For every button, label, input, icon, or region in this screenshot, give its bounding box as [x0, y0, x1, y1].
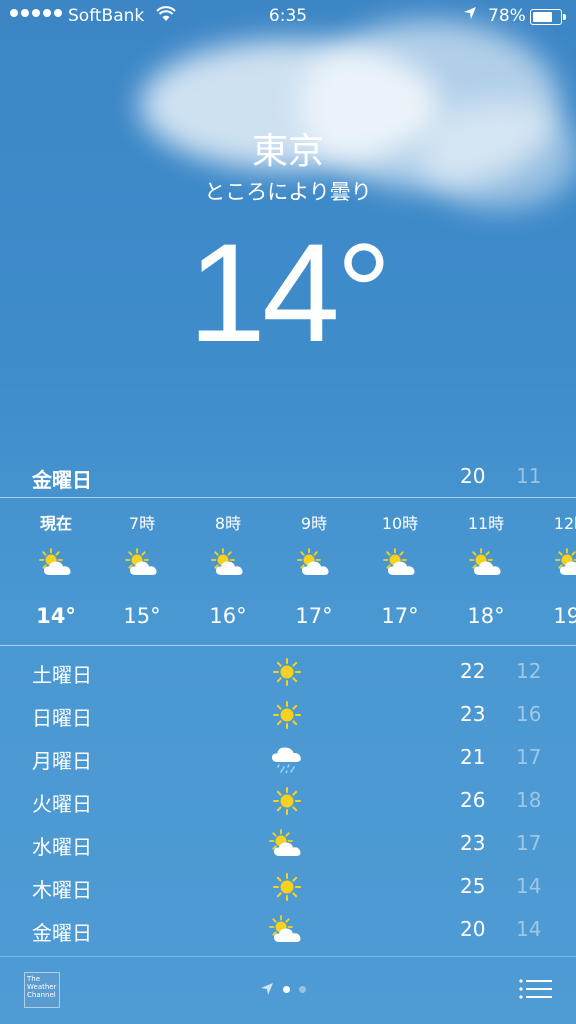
rain-cloud-icon — [268, 743, 306, 774]
daily-row: 土曜日 22 12 — [0, 650, 576, 693]
hourly-time: 10時 — [381, 514, 419, 533]
daily-day: 火曜日 — [32, 792, 92, 816]
daily-day: 月曜日 — [32, 749, 92, 773]
daily-row: 金曜日 20 14 — [0, 908, 576, 951]
today-day: 金曜日 — [32, 468, 92, 492]
daily-day: 水曜日 — [32, 835, 92, 859]
partly-sunny-icon — [382, 548, 420, 578]
partly-sunny-icon — [468, 548, 506, 578]
daily-high: 23 — [460, 702, 486, 726]
status-bar: SoftBank 6:35 78% — [0, 0, 576, 34]
hourly-temp: 14° — [36, 604, 76, 628]
hourly-temp: 19° — [553, 604, 576, 628]
daily-high: 23 — [460, 831, 486, 855]
daily-low: 14 — [516, 917, 542, 941]
partly-sunny-icon — [554, 548, 576, 578]
daily-row: 日曜日 23 16 — [0, 693, 576, 736]
hourly-time: 8時 — [214, 514, 242, 533]
city-name: 東京 — [251, 131, 324, 172]
daily-day: 土曜日 — [32, 663, 92, 687]
daily-high: 26 — [460, 788, 486, 812]
today-low: 11 — [516, 464, 542, 488]
divider — [0, 645, 576, 646]
partly-sunny-icon — [268, 915, 306, 945]
daily-high: 20 — [460, 917, 486, 941]
daily-low: 16 — [516, 702, 542, 726]
sun-icon — [268, 657, 306, 687]
today-high: 20 — [460, 464, 486, 488]
hourly-temp: 17° — [295, 604, 333, 628]
logo-text-line: The — [27, 975, 41, 983]
daily-high: 21 — [460, 745, 486, 769]
daily-low: 12 — [516, 659, 542, 683]
page-indicator[interactable] — [260, 982, 306, 996]
partly-sunny-icon — [210, 548, 248, 578]
divider — [0, 956, 576, 957]
today-summary-row: 金曜日 20 11 — [32, 460, 544, 494]
daily-row: 火曜日 26 18 — [0, 779, 576, 822]
hourly-temp: 17° — [381, 604, 419, 628]
daily-day: 木曜日 — [32, 878, 92, 902]
battery-icon — [530, 9, 566, 25]
bottom-toolbar: The Weather Channel — [0, 958, 576, 1024]
daily-day: 日曜日 — [32, 706, 92, 730]
location-arrow-icon — [261, 983, 273, 995]
partly-sunny-icon — [38, 548, 76, 578]
daily-high: 22 — [460, 659, 486, 683]
city-list-icon[interactable] — [518, 978, 552, 1000]
hourly-temp: 16° — [209, 604, 247, 628]
current-condition: ところにより曇り — [204, 180, 372, 204]
hourly-temp: 18° — [467, 604, 505, 628]
current-temperature: 14° — [188, 214, 392, 371]
hourly-time: 7時 — [128, 514, 156, 533]
daily-high: 25 — [460, 874, 486, 898]
hourly-time: 現在 — [39, 514, 72, 533]
sun-icon — [268, 700, 306, 730]
page-dot[interactable] — [283, 985, 290, 993]
logo-text-line: Channel — [27, 991, 56, 999]
battery-percentage: 78% — [488, 6, 526, 26]
hourly-time: 12時 — [553, 514, 576, 533]
sun-icon — [268, 786, 306, 816]
partly-sunny-icon — [296, 548, 334, 578]
hourly-time: 9時 — [300, 514, 328, 533]
page-dot[interactable] — [299, 985, 306, 993]
sun-icon — [268, 872, 306, 902]
daily-row: 月曜日 21 17 — [0, 736, 576, 779]
daily-low: 17 — [516, 831, 542, 855]
daily-low: 14 — [516, 874, 542, 898]
logo-text-line: Weather — [27, 983, 57, 991]
daily-day: 金曜日 — [32, 921, 92, 945]
location-arrow-icon — [463, 6, 477, 24]
daily-row: 水曜日 23 17 — [0, 822, 576, 865]
hourly-forecast-strip[interactable]: 現在 14° 7時 15° 8時 16° 9時 17° 10時 17° 11時 18° 12… — [0, 498, 576, 644]
partly-sunny-icon — [268, 829, 306, 859]
weather-channel-logo[interactable]: The Weather Channel — [24, 972, 60, 1008]
hourly-temp: 15° — [123, 604, 161, 628]
hourly-time: 11時 — [467, 514, 505, 533]
daily-low: 17 — [516, 745, 542, 769]
daily-low: 18 — [516, 788, 542, 812]
partly-sunny-icon — [124, 548, 162, 578]
daily-row: 木曜日 25 14 — [0, 865, 576, 908]
